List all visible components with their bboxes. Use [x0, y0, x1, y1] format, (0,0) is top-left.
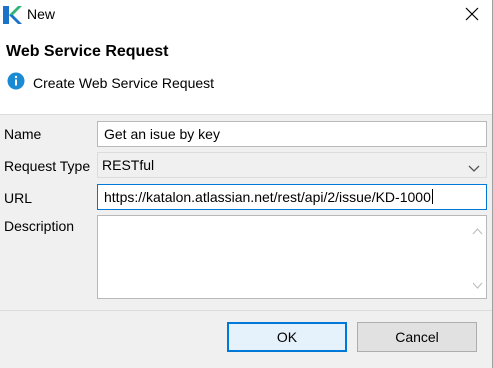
- chevron-down-icon: [468, 160, 480, 176]
- url-field[interactable]: https://katalon.atlassian.net/rest/api/2…: [97, 184, 487, 210]
- name-value: Get an isue by key: [104, 126, 220, 142]
- description-scrollbar[interactable]: [469, 216, 486, 298]
- description-field[interactable]: [97, 215, 487, 299]
- close-icon: [465, 7, 479, 24]
- katalon-logo-icon: [2, 5, 22, 25]
- ok-button[interactable]: OK: [227, 322, 347, 352]
- cancel-button[interactable]: Cancel: [357, 322, 477, 352]
- info-icon: [7, 72, 25, 90]
- request-type-select[interactable]: RESTful: [97, 152, 487, 178]
- ok-button-label: OK: [276, 329, 298, 345]
- dialog-title: Web Service Request: [6, 43, 169, 60]
- cancel-button-label: Cancel: [395, 329, 439, 345]
- footer-divider: [0, 310, 493, 311]
- scroll-up-icon[interactable]: [472, 222, 483, 238]
- name-label: Name: [4, 126, 42, 142]
- description-label: Description: [4, 218, 75, 234]
- name-field[interactable]: Get an isue by key: [97, 121, 487, 147]
- title-bar: New: [0, 0, 493, 30]
- url-value: https://katalon.atlassian.net/rest/api/2…: [104, 189, 431, 205]
- window-title: New: [27, 6, 56, 22]
- url-label: URL: [4, 190, 33, 206]
- dialog-message: Create Web Service Request: [33, 75, 215, 91]
- scroll-down-icon[interactable]: [472, 276, 483, 292]
- text-caret: [431, 189, 433, 204]
- request-type-label: Request Type: [4, 158, 91, 174]
- request-type-value: RESTful: [102, 157, 155, 173]
- header-banner: Web Service Request Create Web Service R…: [0, 30, 493, 115]
- close-button[interactable]: [458, 3, 486, 27]
